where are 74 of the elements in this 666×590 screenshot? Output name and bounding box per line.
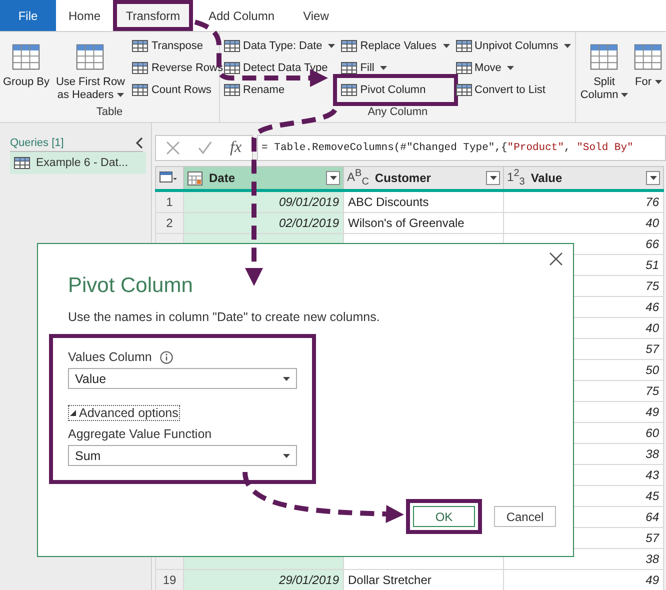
calendar-icon — [187, 170, 203, 186]
column-name: Value — [530, 170, 564, 185]
column-header[interactable]: Date — [184, 166, 344, 190]
table-icon — [456, 39, 472, 53]
table-icon — [132, 39, 148, 53]
table-icon — [14, 156, 30, 170]
values-column-dropdown[interactable]: Value — [68, 368, 297, 389]
advanced-options-toggle[interactable]: Advanced options — [68, 405, 180, 421]
table-cell: Wilson's of Greenvale — [344, 212, 504, 234]
table-icon — [132, 83, 148, 97]
table-icon — [132, 61, 148, 75]
filter-button[interactable] — [646, 170, 660, 185]
column-name: Customer — [374, 170, 432, 185]
ribbon-button[interactable]: Data Type: Date — [222, 36, 338, 56]
table-icon — [224, 61, 240, 75]
ribbon-button[interactable]: Transpose — [130, 36, 225, 56]
column-header[interactable]: A$^{B}$$_{C}$ Customer — [344, 166, 504, 190]
cancel-button[interactable]: Cancel — [494, 506, 556, 527]
query-item[interactable]: Example 6 - Dat... — [10, 152, 146, 174]
ribbon-button[interactable]: Convert to List — [454, 80, 574, 100]
table-icon — [341, 61, 358, 75]
table-icon — [75, 42, 106, 72]
ribbon-button[interactable]: For — [632, 36, 664, 106]
queries-title: Queries [1] — [10, 137, 64, 149]
ribbon-button[interactable]: Split Column — [578, 36, 630, 106]
ribbon-button[interactable]: Move — [454, 58, 574, 78]
ribbon-tab[interactable]: File — [0, 0, 56, 31]
table-cell: 02/01/2019 — [184, 212, 344, 234]
column-name: Date — [209, 171, 236, 185]
table-cell: 40 — [504, 212, 664, 234]
table-icon — [11, 42, 42, 72]
fx-button[interactable]: fx — [230, 139, 242, 157]
table-icon[interactable] — [159, 170, 177, 182]
row-number: 1 — [156, 190, 184, 212]
table-icon — [341, 83, 358, 97]
filter-button[interactable] — [486, 170, 500, 185]
ribbon-button[interactable]: Pivot Column — [339, 80, 452, 100]
check-icon[interactable] — [198, 141, 212, 155]
table-icon — [341, 39, 358, 53]
ribbon-tab[interactable]: Add Column — [193, 0, 290, 31]
ribbon-button[interactable]: Count Rows — [130, 80, 225, 100]
row-number: 19 — [156, 570, 184, 590]
table-icon — [224, 83, 240, 97]
triangle-icon — [70, 410, 76, 416]
collapse-chevron-icon[interactable] — [135, 137, 143, 149]
field-label: Values Column — [68, 350, 152, 364]
table-cell: ABC Discounts — [344, 190, 504, 212]
ribbon-button[interactable]: Fill — [339, 58, 452, 78]
dialog-description: Use the names in column "Date" to create new columns. — [68, 310, 381, 324]
filter-button[interactable] — [326, 171, 340, 185]
ribbon-button[interactable]: Group By — [2, 36, 50, 106]
ok-button[interactable]: OK — [413, 506, 475, 527]
ribbon-tab[interactable]: Transform — [113, 0, 193, 31]
table-icon — [589, 42, 620, 72]
table-icon — [456, 61, 472, 75]
dialog-title: Pivot Column — [68, 274, 194, 298]
group-label: Any Column — [366, 106, 429, 120]
ribbon-tab[interactable]: View — [290, 0, 342, 31]
field-label: Aggregate Value Function — [68, 427, 212, 441]
table-icon — [633, 42, 664, 72]
ribbon-button[interactable]: Use First Row as Headers — [52, 36, 128, 106]
row-number: 2 — [156, 212, 184, 234]
ribbon-button[interactable]: Unpivot Columns — [454, 36, 574, 56]
table-icon — [224, 39, 240, 53]
group-label: Table — [95, 106, 124, 120]
table-cell: 29/01/2019 — [184, 570, 344, 590]
ribbon-button[interactable]: Replace Values — [339, 36, 452, 56]
ribbon-tab[interactable]: Home — [56, 0, 113, 31]
aggregate-function-dropdown[interactable]: Sum — [68, 445, 297, 466]
info-icon[interactable] — [160, 350, 173, 364]
table-cell: 76 — [504, 190, 664, 212]
column-header[interactable]: 1$^{2}$$_{3}$ Value — [504, 166, 664, 190]
formula-field[interactable]: = Table.RemoveColumns(#"Changed Type",{"Product", "Sold By" — [256, 135, 666, 161]
table-icon — [456, 83, 472, 97]
